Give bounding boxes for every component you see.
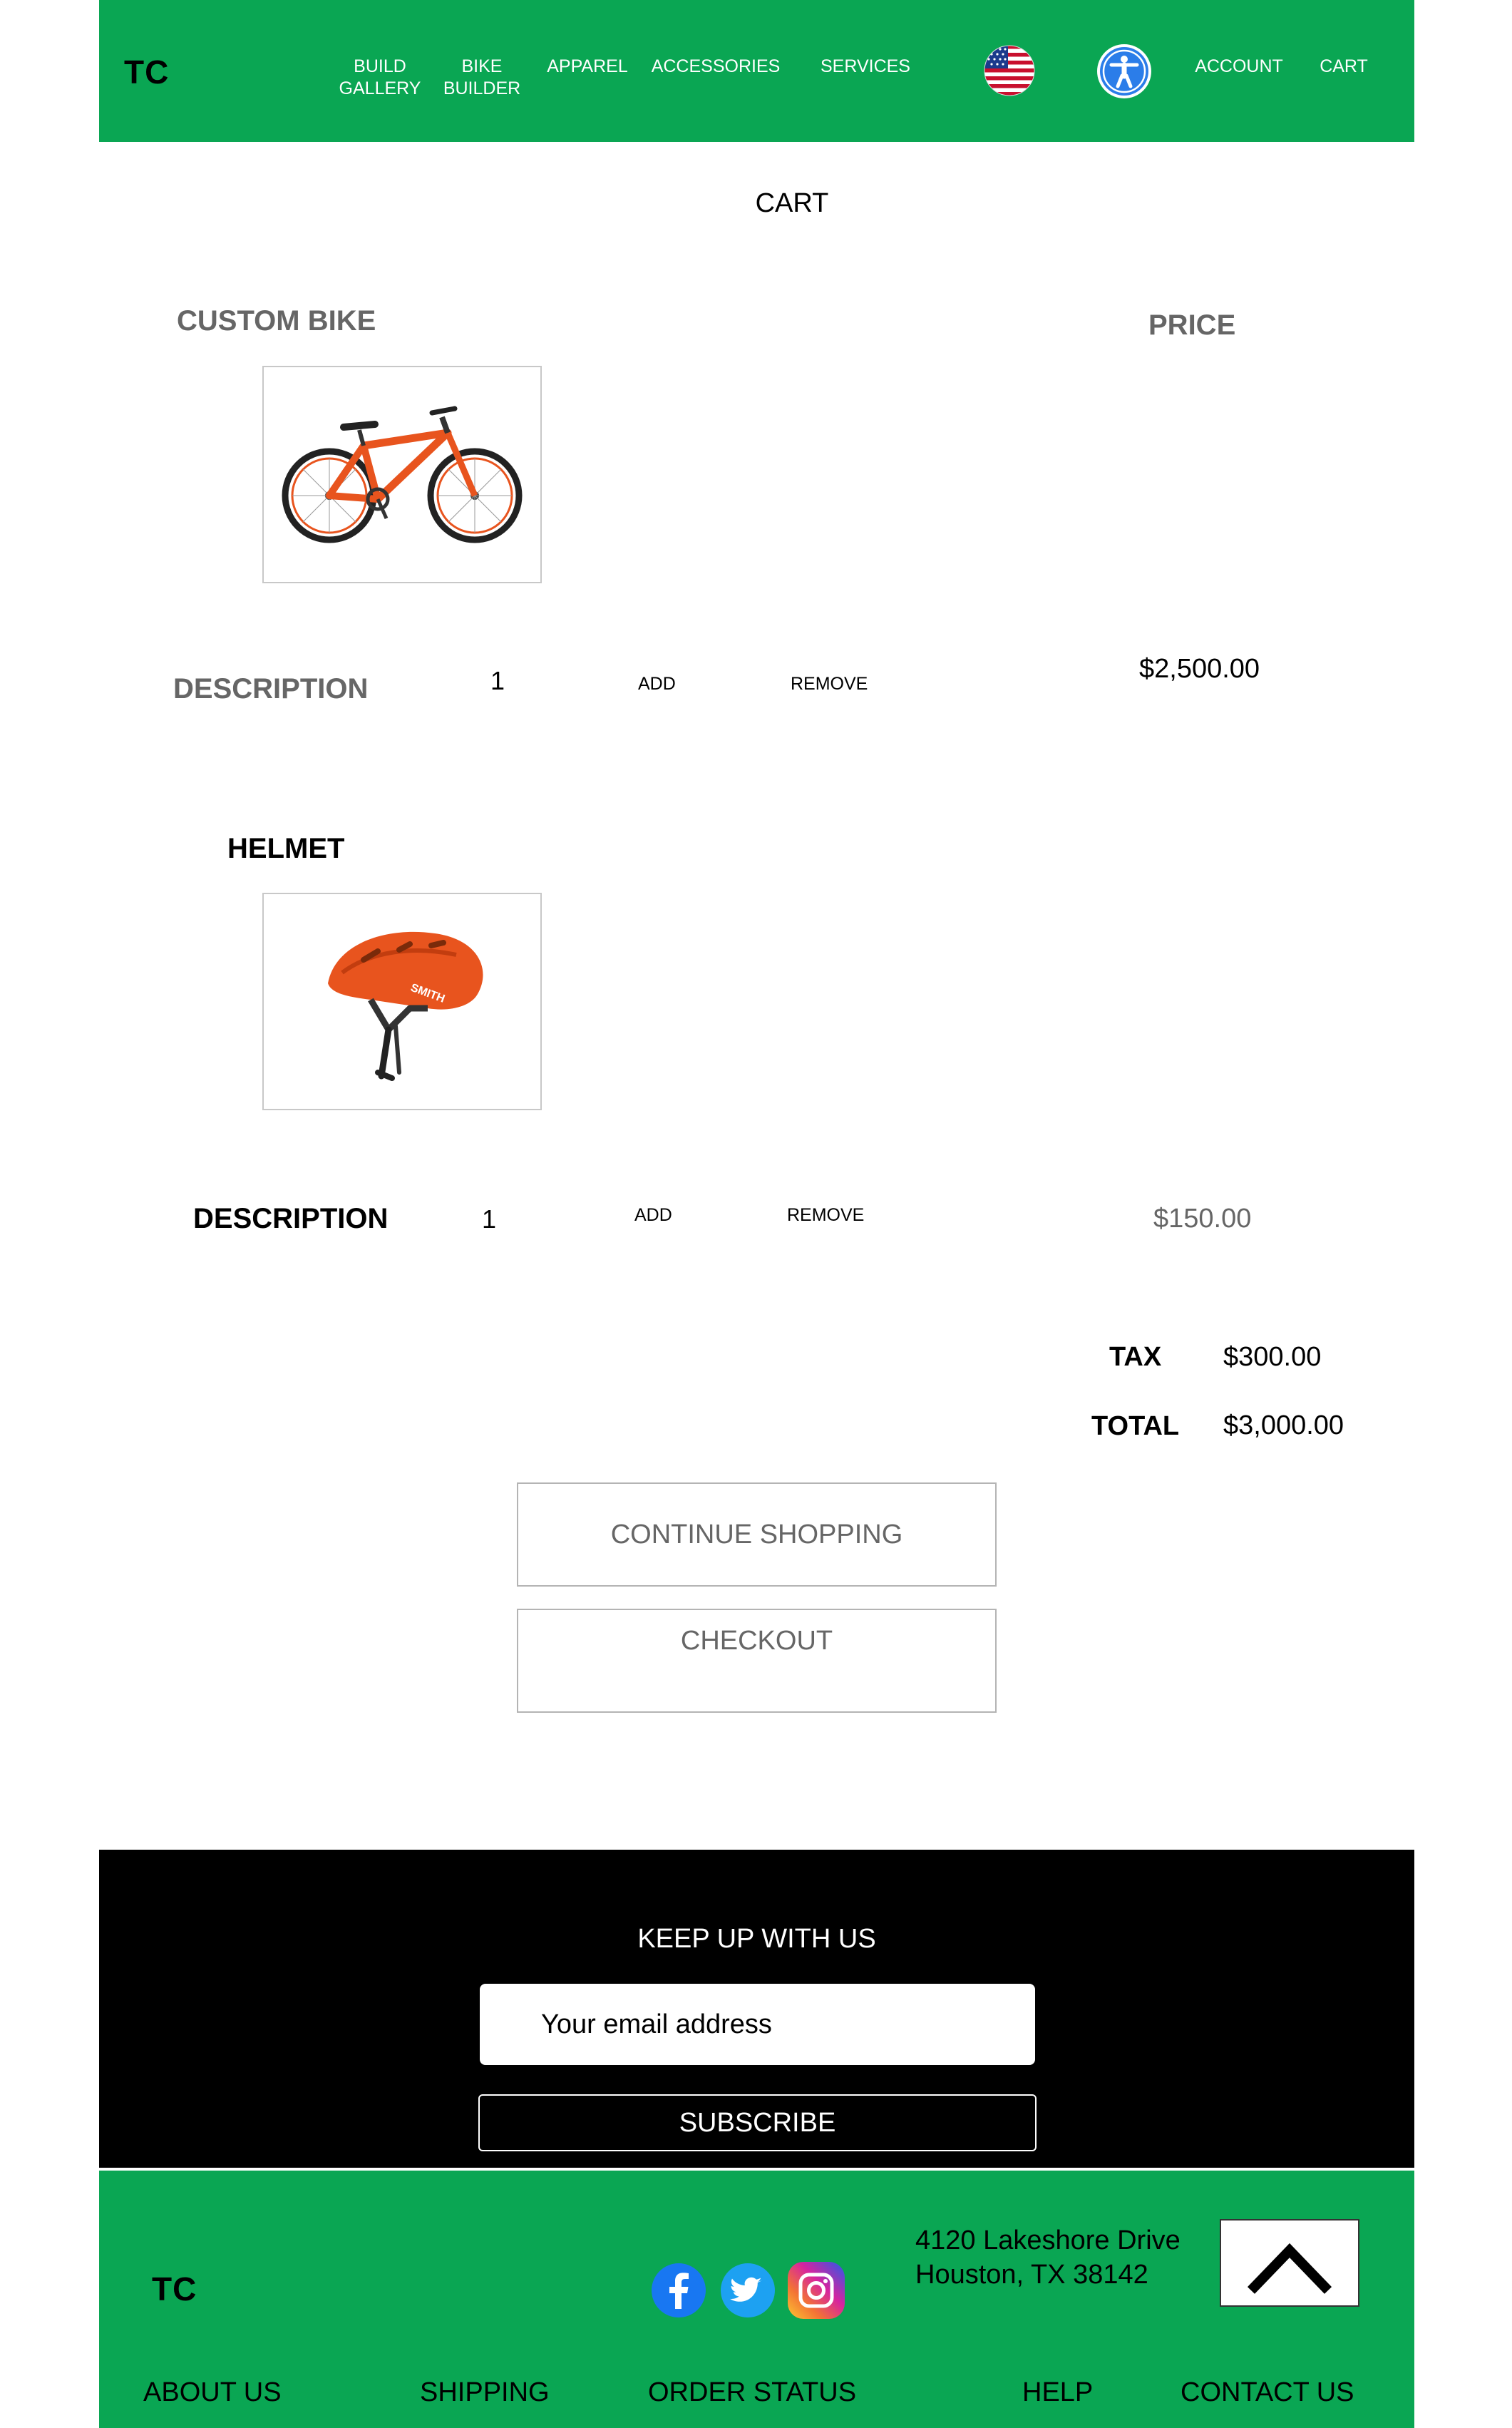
footer-logo[interactable]: TC — [152, 2270, 197, 2308]
nav-label-line2: BUILDER — [443, 78, 521, 98]
custom-bike-image[interactable] — [262, 366, 542, 583]
email-input[interactable] — [480, 1984, 1035, 2065]
helmet-image[interactable]: SMITH — [262, 893, 542, 1110]
address-line2: Houston, TX 38142 — [915, 2260, 1148, 2290]
remove-button-custom-bike[interactable]: REMOVE — [791, 674, 868, 695]
item-description-custom-bike[interactable]: DESCRIPTION — [173, 673, 368, 705]
price-column-header: PRICE — [1148, 309, 1236, 341]
accessibility-icon[interactable] — [1096, 43, 1153, 100]
page-title: CART — [755, 188, 829, 218]
nav-apparel[interactable]: APPAREL — [541, 56, 634, 78]
tax-value: $300.00 — [1223, 1342, 1322, 1372]
quantity-helmet[interactable]: 1 — [482, 1204, 496, 1234]
twitter-icon[interactable] — [721, 2263, 775, 2317]
footer-link-order-status[interactable]: ORDER STATUS — [648, 2377, 856, 2408]
total-value: $3,000.00 — [1223, 1410, 1344, 1440]
checkout-button[interactable]: CHECKOUT — [517, 1609, 997, 1713]
item-name-custom-bike: CUSTOM BIKE — [177, 305, 376, 337]
nav-build-gallery[interactable]: BUILD GALLERY — [336, 56, 424, 100]
footer-link-contact-us[interactable]: CONTACT US — [1181, 2377, 1354, 2408]
item-description-helmet[interactable]: DESCRIPTION — [193, 1203, 388, 1235]
site-logo[interactable]: TC — [124, 53, 169, 91]
chevron-up-icon — [1247, 2243, 1332, 2294]
footer-link-shipping[interactable]: SHIPPING — [420, 2377, 550, 2408]
quantity-custom-bike[interactable]: 1 — [490, 666, 505, 696]
us-flag-icon[interactable] — [984, 45, 1035, 96]
facebook-icon[interactable] — [652, 2263, 706, 2317]
tax-label: TAX — [1109, 1342, 1162, 1372]
price-helmet: $150.00 — [1153, 1204, 1252, 1234]
nav-label-line1: BIKE — [461, 56, 503, 76]
address-line1: 4120 Lakeshore Drive — [915, 2225, 1181, 2255]
remove-button-helmet[interactable]: REMOVE — [787, 1205, 864, 1226]
item-name-helmet: HELMET — [227, 833, 345, 864]
nav-label: APPAREL — [547, 56, 628, 76]
nav-account[interactable]: ACCOUNT — [1186, 56, 1292, 78]
nav-label: SERVICES — [821, 56, 910, 76]
footer-link-about-us[interactable]: ABOUT US — [143, 2377, 282, 2408]
subscribe-button[interactable]: SUBSCRIBE — [478, 2094, 1037, 2151]
footer-link-help[interactable]: HELP — [1022, 2377, 1093, 2408]
store-address: 4120 Lakeshore Drive Houston, TX 38142 — [915, 2223, 1181, 2292]
newsletter-title: KEEP UP WITH US — [637, 1924, 876, 1954]
nav-bike-builder[interactable]: BIKE BUILDER — [438, 56, 526, 100]
nav-cart[interactable]: CART — [1315, 56, 1372, 78]
total-label: TOTAL — [1091, 1411, 1180, 1441]
continue-shopping-button[interactable]: CONTINUE SHOPPING — [517, 1482, 997, 1587]
add-button-custom-bike[interactable]: ADD — [638, 674, 676, 695]
add-button-helmet[interactable]: ADD — [634, 1205, 672, 1226]
instagram-icon[interactable] — [788, 2262, 845, 2319]
price-custom-bike: $2,500.00 — [1139, 654, 1260, 684]
nav-services[interactable]: SERVICES — [812, 56, 919, 78]
page: TC BUILD GALLERY BIKE BUILDER APPAREL AC… — [99, 0, 1414, 2428]
newsletter-section: KEEP UP WITH US SUBSCRIBE — [99, 1850, 1414, 2168]
bike-drawing — [282, 406, 523, 543]
nav-label-line2: GALLERY — [339, 78, 421, 98]
top-nav-bar: TC BUILD GALLERY BIKE BUILDER APPAREL AC… — [99, 0, 1414, 142]
nav-accessories[interactable]: ACCESSORIES — [648, 56, 783, 78]
footer: TC 4120 Lakeshore Drive Houston, TX 3814… — [99, 2171, 1414, 2428]
nav-label-line1: BUILD — [354, 56, 406, 76]
back-to-top-button[interactable] — [1220, 2219, 1359, 2307]
helmet-drawing: SMITH — [328, 931, 483, 1081]
nav-label: ACCESSORIES — [651, 56, 781, 76]
